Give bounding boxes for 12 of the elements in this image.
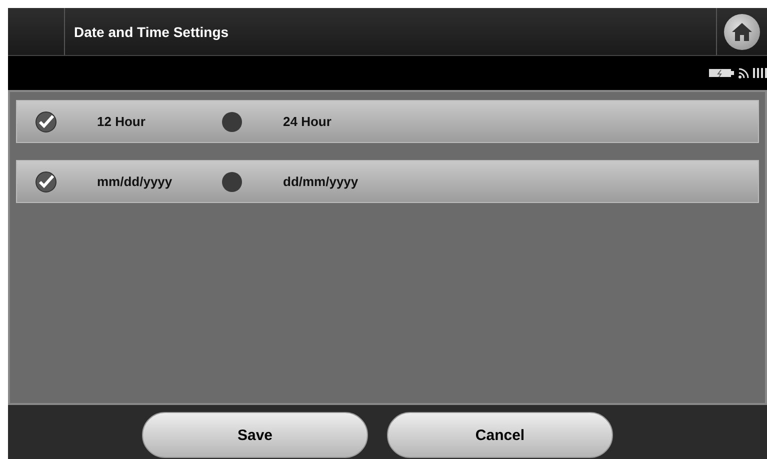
cancel-button[interactable]: Cancel [387, 412, 613, 458]
wireless-icon [738, 67, 750, 79]
radio-option[interactable]: mm/dd/yyyy [35, 170, 221, 192]
radio-option[interactable]: dd/mm/yyyy [221, 170, 407, 192]
signal-icon [753, 68, 767, 78]
radio-option[interactable]: 24 Hour [221, 110, 407, 132]
window-title: Date and Time Settings [73, 24, 230, 40]
radio-option[interactable]: 12 Hour [35, 110, 221, 132]
home-button[interactable] [724, 14, 760, 50]
home-icon [731, 22, 753, 42]
battery-icon [709, 68, 735, 78]
save-button[interactable]: Save [142, 412, 368, 458]
